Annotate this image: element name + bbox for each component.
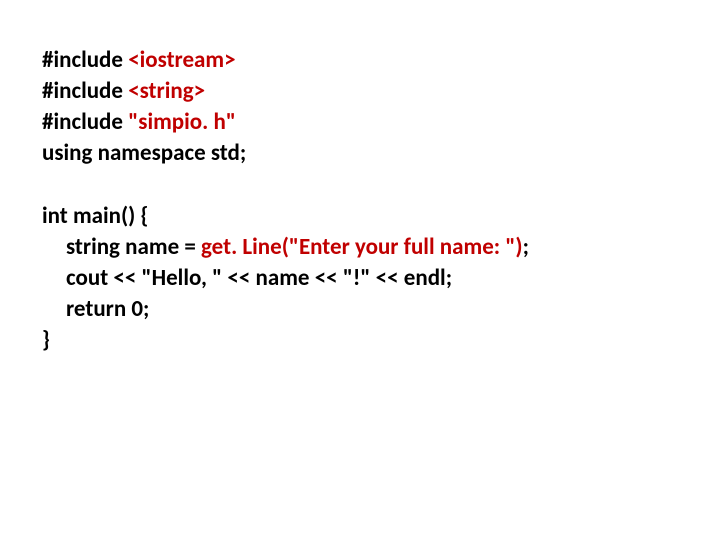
code-line-1: #include <iostream> xyxy=(42,45,680,76)
code-line-3: #include "simpio. h" xyxy=(42,107,680,138)
code-line-2: #include <string> xyxy=(42,76,680,107)
include-header-iostream: <iostream> xyxy=(128,46,235,74)
code-line-5: int main() { xyxy=(42,201,680,232)
include-header-simpio: "simpio. h" xyxy=(128,108,236,136)
code-line-8: return 0; xyxy=(42,294,680,325)
code-line-9: } xyxy=(42,325,680,356)
code-text: ; xyxy=(523,233,529,261)
code-slide: #include <iostream> #include <string> #i… xyxy=(0,0,720,396)
code-line-4: using namespace std; xyxy=(42,138,680,169)
getline-call: get. Line("Enter your full name: ") xyxy=(201,233,523,261)
include-keyword: #include xyxy=(42,77,128,105)
code-text: string name = xyxy=(66,233,201,261)
include-keyword: #include xyxy=(42,46,128,74)
code-line-6: string name = get. Line("Enter your full… xyxy=(42,232,680,263)
include-keyword: #include xyxy=(42,108,128,136)
blank-line xyxy=(42,169,680,201)
include-header-string: <string> xyxy=(128,77,205,105)
code-line-7: cout << "Hello, " << name << "!" << endl… xyxy=(42,263,680,294)
